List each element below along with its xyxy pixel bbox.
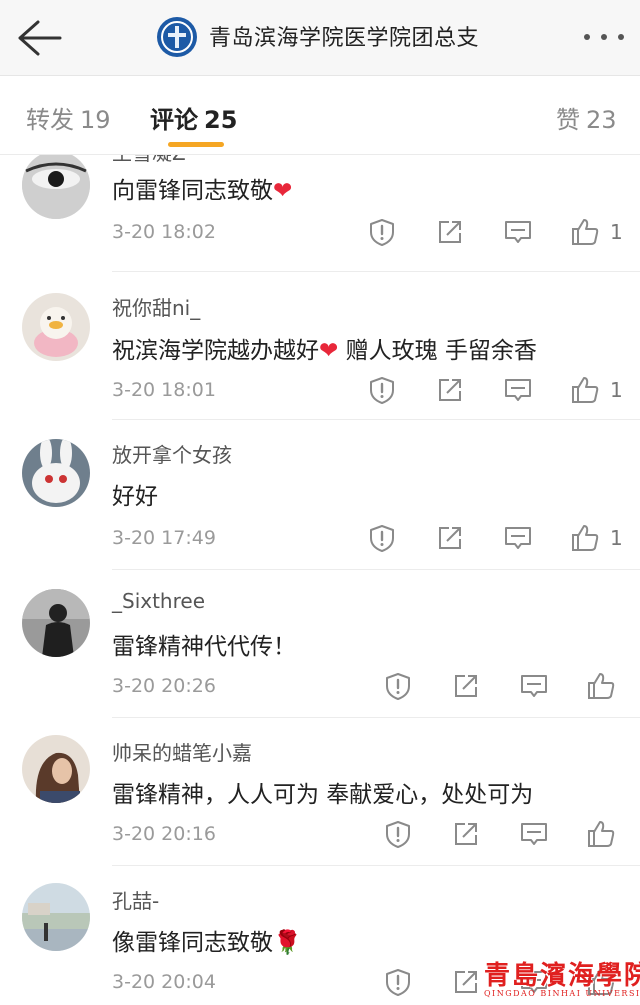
- avatar[interactable]: [22, 735, 90, 803]
- reply-icon[interactable]: [503, 217, 533, 247]
- comment-item: 放开拿个女孩 好好 3-20 17:49 1: [0, 439, 640, 587]
- reply-icon[interactable]: [503, 375, 533, 405]
- more-dots-icon[interactable]: [582, 30, 626, 44]
- like-icon[interactable]: [570, 217, 600, 247]
- like-count: 1: [610, 220, 623, 244]
- tab-reposts-count: 19: [80, 106, 111, 134]
- report-icon[interactable]: [367, 375, 397, 405]
- like-icon[interactable]: [586, 819, 616, 849]
- comment-time: 3-20 18:01: [112, 379, 216, 401]
- divider: [112, 271, 640, 272]
- comment-time: 3-20 20:16: [112, 823, 216, 845]
- report-icon[interactable]: [383, 967, 413, 997]
- tab-likes-label: 赞: [556, 106, 580, 134]
- tab-likes-count: 23: [586, 106, 617, 134]
- comment-item: 王雪凝Z 向雷锋同志致敬❤ 3-20 18:02 1: [0, 155, 640, 291]
- reply-icon[interactable]: [503, 523, 533, 553]
- tab-comments-count: 25: [204, 106, 238, 134]
- like-icon[interactable]: [570, 375, 600, 405]
- comment-time: 3-20 20:26: [112, 675, 216, 697]
- comment-list: 王雪凝Z 向雷锋同志致敬❤ 3-20 18:02 1 祝你甜ni_ 祝滨海学院越…: [0, 155, 640, 1005]
- share-icon[interactable]: [435, 375, 465, 405]
- heart-emoji: ❤: [273, 178, 293, 204]
- heart-emoji: ❤: [319, 338, 339, 364]
- tab-reposts[interactable]: 转发 19: [26, 100, 111, 135]
- share-icon[interactable]: [451, 819, 481, 849]
- like-count: 1: [610, 378, 623, 402]
- comment-time: 3-20 17:49: [112, 527, 216, 549]
- reply-icon[interactable]: [519, 819, 549, 849]
- share-icon[interactable]: [451, 671, 481, 701]
- comment-text: 祝滨海学院越办越好❤ 赠人玫瑰 手留余香: [112, 331, 537, 365]
- like-icon[interactable]: [586, 671, 616, 701]
- like-icon[interactable]: [570, 523, 600, 553]
- report-icon[interactable]: [367, 217, 397, 247]
- tab-likes[interactable]: 赞 23: [556, 100, 617, 135]
- watermark-english: QINGDAO BINHAI UNIVERSITY: [484, 989, 640, 998]
- report-icon[interactable]: [383, 819, 413, 849]
- comment-username[interactable]: 放开拿个女孩: [112, 439, 232, 468]
- university-watermark: 青島濱海學院 QINGDAO BINHAI UNIVERSITY: [470, 955, 640, 1005]
- avatar[interactable]: [22, 293, 90, 361]
- comment-username[interactable]: _Sixthree: [112, 589, 205, 613]
- tab-comments-label: 评论: [150, 106, 198, 134]
- comment-time: 3-20 20:04: [112, 971, 216, 993]
- avatar[interactable]: [22, 439, 90, 507]
- account-name: 青岛滨海学院医学院团总支: [209, 26, 480, 51]
- like-count: 1: [610, 526, 623, 550]
- tab-reposts-label: 转发: [26, 106, 74, 134]
- comment-text: 向雷锋同志致敬❤: [112, 171, 292, 205]
- comment-username[interactable]: 帅呆的蜡笔小嘉: [112, 737, 252, 766]
- comment-time: 3-20 18:02: [112, 221, 216, 243]
- comment-text-body: 祝滨海学院越办越好: [112, 338, 319, 364]
- comment-text: 像雷锋同志致敬🌹: [112, 923, 302, 957]
- comment-text-body: 像雷锋同志致敬: [112, 930, 273, 956]
- share-icon[interactable]: [435, 217, 465, 247]
- avatar[interactable]: [22, 589, 90, 657]
- tab-bar: 转发 19 评论 25 赞 23: [0, 76, 640, 155]
- comment-item: 祝你甜ni_ 祝滨海学院越办越好❤ 赠人玫瑰 手留余香 3-20 18:01 1: [0, 291, 640, 439]
- rose-emoji: 🌹: [273, 930, 302, 956]
- comment-text-continued: 赠人玫瑰 手留余香: [338, 338, 537, 364]
- divider: [112, 865, 640, 866]
- comment-item: 帅呆的蜡笔小嘉 雷锋精神，人人可为 奉献爱心，处处可为 3-20 20:16: [0, 735, 640, 883]
- comment-username[interactable]: 王雪凝Z: [112, 155, 186, 166]
- back-arrow-icon[interactable]: [14, 18, 64, 58]
- divider: [112, 717, 640, 718]
- account-logo[interactable]: [157, 17, 197, 57]
- comment-username[interactable]: 孔喆-: [112, 885, 159, 914]
- comment-item: _Sixthree 雷锋精神代代传！ 3-20 20:26: [0, 587, 640, 735]
- comment-text: 雷锋精神，人人可为 奉献爱心，处处可为: [112, 782, 534, 808]
- reply-icon[interactable]: [519, 671, 549, 701]
- comment-username[interactable]: 祝你甜ni_: [112, 292, 200, 321]
- tab-comments[interactable]: 评论 25: [150, 100, 237, 135]
- report-icon[interactable]: [383, 671, 413, 701]
- divider: [112, 419, 640, 420]
- share-icon[interactable]: [435, 523, 465, 553]
- top-bar: 青岛滨海学院医学院团总支: [0, 0, 640, 76]
- active-tab-indicator: [168, 142, 224, 147]
- avatar[interactable]: [22, 883, 90, 951]
- comment-text-body: 向雷锋同志致敬: [112, 178, 273, 204]
- divider: [112, 569, 640, 570]
- avatar[interactable]: [22, 155, 90, 219]
- comment-text: 雷锋精神代代传！: [112, 634, 296, 660]
- comment-text: 好好: [112, 484, 158, 510]
- report-icon[interactable]: [367, 523, 397, 553]
- watermark-chinese: 青島濱海學院: [484, 961, 640, 991]
